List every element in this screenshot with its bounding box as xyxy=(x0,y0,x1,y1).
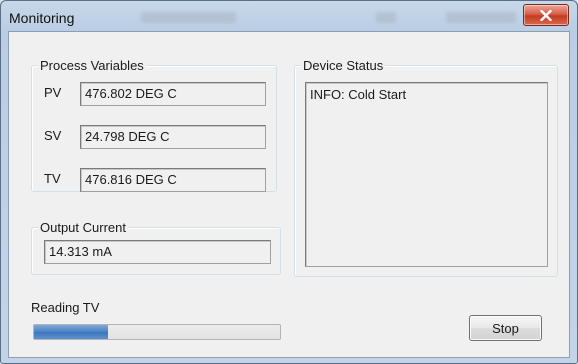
reading-label: Reading TV xyxy=(31,300,100,315)
sv-label: SV xyxy=(44,128,62,143)
close-button[interactable] xyxy=(523,4,569,26)
dialog-client-area: Process Variables PV 476.802 DEG C SV 24… xyxy=(8,31,570,358)
reading-progress-bar xyxy=(33,324,281,340)
stop-button[interactable]: Stop xyxy=(469,315,542,341)
device-status-label: Device Status xyxy=(301,58,386,73)
output-current-label: Output Current xyxy=(38,220,128,235)
tv-label: TV xyxy=(44,171,61,186)
sv-value-field[interactable]: 24.798 DEG C xyxy=(80,125,266,149)
output-current-field[interactable]: 14.313 mA xyxy=(44,240,271,264)
reading-progress-fill xyxy=(34,325,108,339)
pv-label: PV xyxy=(44,85,62,100)
background-blur xyxy=(376,12,396,23)
monitoring-window: Monitoring Process Variables PV 476.802 … xyxy=(0,0,578,364)
tv-value-field[interactable]: 476.816 DEG C xyxy=(80,168,266,192)
window-title: Monitoring xyxy=(9,10,75,26)
pv-value-field[interactable]: 476.802 DEG C xyxy=(80,82,266,106)
background-blur xyxy=(141,12,236,23)
process-variables-label: Process Variables xyxy=(38,58,146,73)
device-status-box[interactable]: INFO: Cold Start xyxy=(305,82,548,267)
background-blur xyxy=(446,12,516,23)
close-icon xyxy=(540,9,552,21)
device-status-text: INFO: Cold Start xyxy=(310,87,407,102)
title-bar[interactable]: Monitoring xyxy=(1,1,577,31)
